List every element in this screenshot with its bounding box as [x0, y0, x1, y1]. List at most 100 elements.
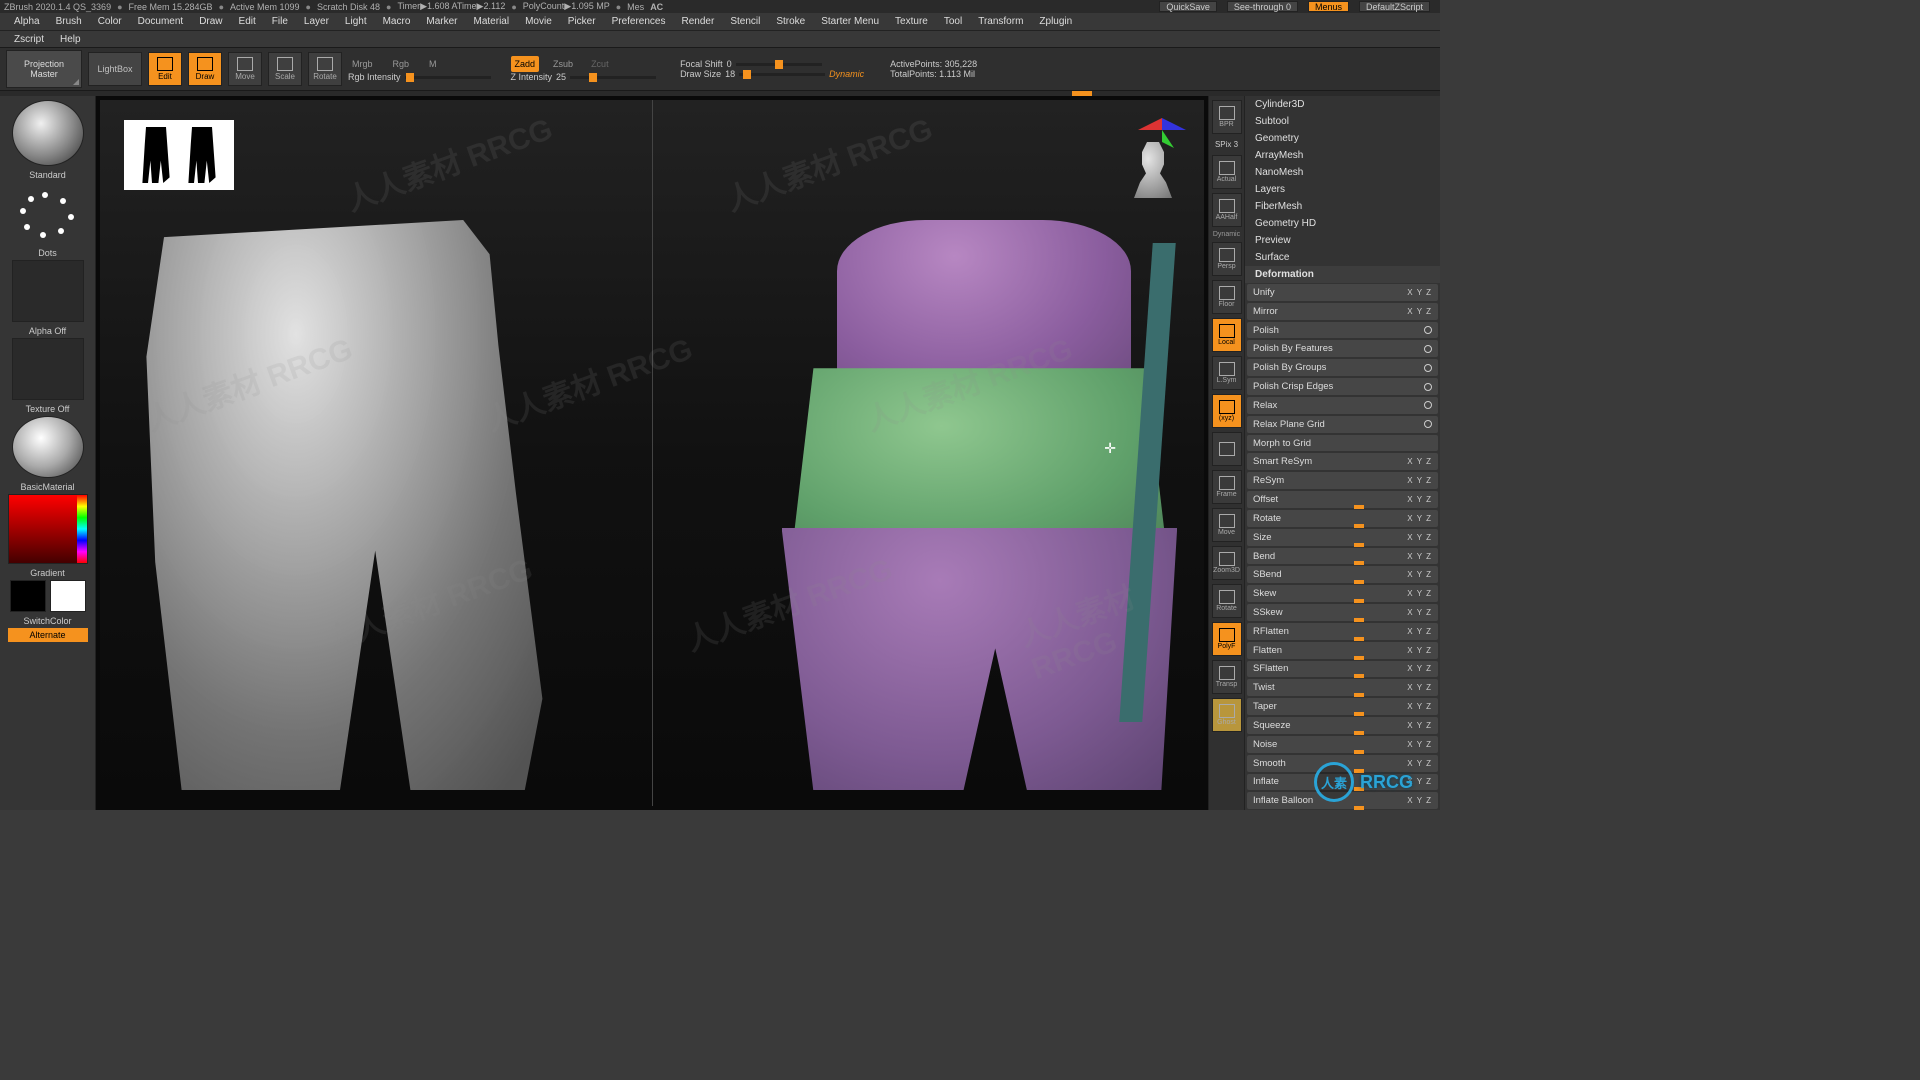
shelf-polyf-button[interactable]: PolyF — [1212, 622, 1242, 656]
deform-squeeze[interactable]: SqueezeX Y Z — [1247, 717, 1438, 734]
deform-sflatten[interactable]: SFlattenX Y Z — [1247, 661, 1438, 678]
shelf-bpr-button[interactable]: BPR — [1212, 100, 1242, 134]
zcut-toggle[interactable]: Zcut — [587, 56, 613, 72]
zadd-toggle[interactable]: Zadd — [511, 56, 540, 72]
projection-master-button[interactable]: Projection Master — [6, 50, 82, 88]
deform-polish-crisp-edges[interactable]: Polish Crisp Edges — [1247, 378, 1438, 395]
menu-material[interactable]: Material — [466, 16, 518, 27]
deform-polish-by-features[interactable]: Polish By Features — [1247, 340, 1438, 357]
menu-texture[interactable]: Texture — [887, 16, 936, 27]
quicksave-button[interactable]: QuickSave — [1159, 1, 1217, 12]
section-surface[interactable]: Surface — [1245, 249, 1440, 266]
shelf-floor-button[interactable]: Floor — [1212, 280, 1242, 314]
section-preview[interactable]: Preview — [1245, 232, 1440, 249]
color-picker[interactable] — [8, 494, 88, 564]
deform-unify[interactable]: UnifyX Y Z — [1247, 284, 1438, 301]
menu-starter-menu[interactable]: Starter Menu — [813, 16, 887, 27]
menu-document[interactable]: Document — [130, 16, 192, 27]
focalshift-slider[interactable] — [736, 63, 822, 66]
shelf-icon-button[interactable] — [1212, 432, 1242, 466]
deform-twist[interactable]: TwistX Y Z — [1247, 679, 1438, 696]
menus-button[interactable]: Menus — [1308, 1, 1349, 12]
brush-thumbnail[interactable] — [12, 100, 84, 166]
deform-noise[interactable]: NoiseX Y Z — [1247, 736, 1438, 753]
deform-offset[interactable]: OffsetX Y Z — [1247, 491, 1438, 508]
viewport[interactable]: ✛ 人人素材 RRCG 人人素材 RRCG 人人素材 RRCG 人人素材 RRC… — [100, 100, 1204, 806]
menu-layer[interactable]: Layer — [296, 16, 337, 27]
shelf-move-button[interactable]: Move — [1212, 508, 1242, 542]
deform-sskew[interactable]: SSkewX Y Z — [1247, 604, 1438, 621]
scale-mode-button[interactable]: Scale — [268, 52, 302, 86]
spix-label[interactable]: SPix 3 — [1215, 138, 1238, 151]
section-geometry[interactable]: Geometry — [1245, 130, 1440, 147]
texture-thumbnail[interactable] — [12, 338, 84, 400]
menu-light[interactable]: Light — [337, 16, 375, 27]
material-thumbnail[interactable] — [12, 416, 84, 478]
menu-stencil[interactable]: Stencil — [722, 16, 768, 27]
rgb-intensity-slider[interactable] — [405, 76, 491, 79]
deform-taper[interactable]: TaperX Y Z — [1247, 698, 1438, 715]
mrgb-toggle[interactable]: Mrgb — [348, 56, 377, 72]
deform-relax-plane-grid[interactable]: Relax Plane Grid — [1247, 416, 1438, 433]
primary-color-swatch[interactable] — [50, 580, 86, 612]
section-subtool[interactable]: Subtool — [1245, 113, 1440, 130]
alpha-thumbnail[interactable] — [12, 260, 84, 322]
menu-marker[interactable]: Marker — [418, 16, 465, 27]
deform-morph-to-grid[interactable]: Morph to Grid — [1247, 435, 1438, 452]
shelf-frame-button[interactable]: Frame — [1212, 470, 1242, 504]
zintensity-slider[interactable] — [570, 76, 656, 79]
view-navigator[interactable] — [1126, 118, 1186, 182]
deformation-header[interactable]: Deformation — [1245, 266, 1440, 283]
defaultzscript-button[interactable]: DefaultZScript — [1359, 1, 1430, 12]
reference-thumbnail[interactable] — [124, 120, 234, 190]
section-fibermesh[interactable]: FiberMesh — [1245, 198, 1440, 215]
shelf-rotate-button[interactable]: Rotate — [1212, 584, 1242, 618]
shelf-persp-button[interactable]: Persp — [1212, 242, 1242, 276]
menu-brush[interactable]: Brush — [48, 16, 90, 27]
section-layers[interactable]: Layers — [1245, 181, 1440, 198]
seethrough-slider[interactable]: See-through 0 — [1227, 1, 1298, 12]
section-nanomesh[interactable]: NanoMesh — [1245, 164, 1440, 181]
draw-mode-button[interactable]: Draw — [188, 52, 222, 86]
lightbox-button[interactable]: LightBox — [88, 52, 142, 86]
section-cylinder3d[interactable]: Cylinder3D — [1245, 96, 1440, 113]
deform-smart-resym[interactable]: Smart ReSymX Y Z — [1247, 453, 1438, 470]
deform-size[interactable]: SizeX Y Z — [1247, 529, 1438, 546]
shelf-actual-button[interactable]: Actual — [1212, 155, 1242, 189]
gradient-label[interactable]: Gradient — [30, 568, 65, 578]
menu-alpha[interactable]: Alpha — [6, 16, 48, 27]
shelf-ghost-button[interactable]: Ghost — [1212, 698, 1242, 732]
zsub-toggle[interactable]: Zsub — [549, 56, 577, 72]
dynamic-label[interactable]: Dynamic — [829, 69, 864, 79]
menu-movie[interactable]: Movie — [517, 16, 560, 27]
menu-help[interactable]: Help — [52, 34, 89, 45]
menu-picker[interactable]: Picker — [560, 16, 604, 27]
deform-rflatten[interactable]: RFlattenX Y Z — [1247, 623, 1438, 640]
deform-mirror[interactable]: MirrorX Y Z — [1247, 303, 1438, 320]
menu-transform[interactable]: Transform — [970, 16, 1031, 27]
secondary-color-swatch[interactable] — [10, 580, 46, 612]
menu-zscript[interactable]: Zscript — [6, 34, 52, 45]
deform-skew[interactable]: SkewX Y Z — [1247, 585, 1438, 602]
shelf-local-button[interactable]: Local — [1212, 318, 1242, 352]
shelf-l-sym-button[interactable]: L.Sym — [1212, 356, 1242, 390]
move-mode-button[interactable]: Move — [228, 52, 262, 86]
menu-color[interactable]: Color — [90, 16, 130, 27]
menu-stroke[interactable]: Stroke — [768, 16, 813, 27]
rotate-mode-button[interactable]: Rotate — [308, 52, 342, 86]
switchcolor-button[interactable]: SwitchColor — [23, 616, 71, 626]
alternate-button[interactable]: Alternate — [8, 628, 88, 642]
shelf-transp-button[interactable]: Transp — [1212, 660, 1242, 694]
menu-tool[interactable]: Tool — [936, 16, 970, 27]
menu-zplugin[interactable]: Zplugin — [1031, 16, 1080, 27]
shelf-zoom3d-button[interactable]: Zoom3D — [1212, 546, 1242, 580]
menu-render[interactable]: Render — [674, 16, 723, 27]
deform-rotate[interactable]: RotateX Y Z — [1247, 510, 1438, 527]
section-geometry-hd[interactable]: Geometry HD — [1245, 215, 1440, 232]
menu-preferences[interactable]: Preferences — [604, 16, 674, 27]
rgb-toggle[interactable]: Rgb — [389, 56, 414, 72]
deform-bend[interactable]: BendX Y Z — [1247, 548, 1438, 565]
edit-mode-button[interactable]: Edit — [148, 52, 182, 86]
viewport-right[interactable]: ✛ — [653, 100, 1205, 806]
deform-resym[interactable]: ReSymX Y Z — [1247, 472, 1438, 489]
